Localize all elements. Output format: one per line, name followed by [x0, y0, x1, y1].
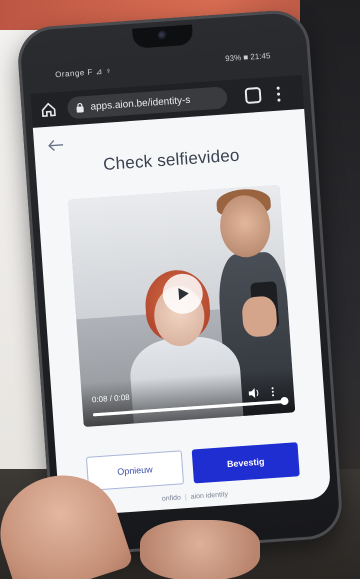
video-hand — [241, 295, 278, 338]
url-text: apps.aion.be/identity-s — [90, 94, 191, 113]
more-menu-icon[interactable] — [276, 86, 281, 102]
video-seek-handle[interactable] — [280, 396, 289, 406]
selfie-video-player[interactable]: 0:08 / 0:08 — [67, 184, 296, 428]
status-carrier: Orange F ⊿ ♀ — [54, 66, 113, 80]
holding-finger — [140, 520, 260, 579]
onfido-logo: onfido — [161, 494, 182, 503]
web-page: Check selfievideo 0:08 / 0:08 Opnieuw Be… — [32, 108, 332, 517]
video-seek-bar[interactable] — [92, 396, 289, 417]
retry-button[interactable]: Opnieuw — [85, 450, 185, 491]
video-controls: 0:08 / 0:08 — [80, 368, 296, 428]
volume-icon[interactable] — [247, 385, 260, 399]
photo-scene: Orange F ⊿ ♀ 93% ■ 21:45 apps.aion.be/id… — [0, 0, 360, 579]
status-battery-time: 93% ■ 21:45 — [224, 51, 271, 64]
confirm-button[interactable]: Bevestig — [191, 442, 300, 484]
video-time: 0:08 / 0:08 — [91, 392, 130, 405]
back-arrow-icon[interactable] — [43, 135, 68, 155]
lock-icon — [75, 102, 86, 113]
home-icon[interactable] — [37, 98, 60, 121]
more-options-icon[interactable] — [267, 383, 278, 397]
tabs-icon[interactable] — [244, 86, 262, 104]
partner-label: aion identity — [190, 491, 229, 501]
video-seek-progress — [92, 400, 285, 417]
page-title: Check selfievideo — [102, 145, 241, 175]
address-bar[interactable]: apps.aion.be/identity-s — [66, 86, 228, 120]
